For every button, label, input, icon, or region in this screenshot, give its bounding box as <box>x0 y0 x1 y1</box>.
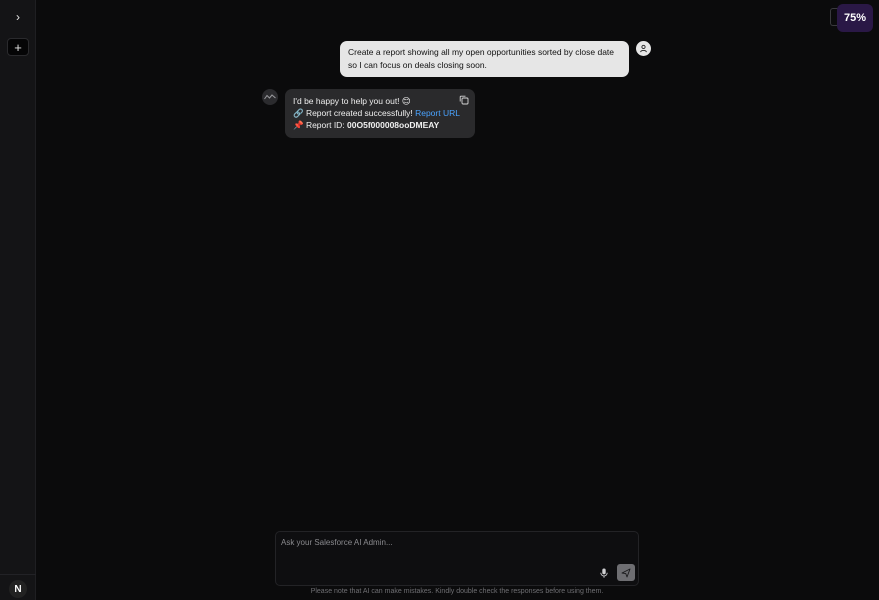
report-id-value: 00O5f000008ooDMEAY <box>347 120 440 130</box>
report-id-label: 📌 Report ID: <box>293 120 348 130</box>
assistant-line-report-id: 📌 Report ID: 00O5f000008ooDMEAY <box>293 119 467 131</box>
zoom-level-badge[interactable]: 75% <box>837 4 873 32</box>
user-message-text: Create a report showing all my open oppo… <box>348 47 615 70</box>
user-initial: N <box>14 583 22 595</box>
user-profile-avatar[interactable]: N <box>9 580 27 598</box>
report-url-link[interactable]: Report URL <box>415 108 460 118</box>
app-window: › + N 75% Create a report showing all my… <box>0 0 879 600</box>
assistant-avatar <box>262 89 278 105</box>
new-chat-button[interactable]: + <box>7 38 29 56</box>
user-avatar <box>636 41 651 56</box>
plus-icon: + <box>14 39 22 55</box>
user-message-bubble: Create a report showing all my open oppo… <box>340 41 629 77</box>
report-created-text: 🔗 Report created successfully! <box>293 108 416 118</box>
copy-icon[interactable] <box>459 95 469 105</box>
zoom-level-text: 75% <box>843 12 867 24</box>
chevron-right-icon: › <box>16 10 20 24</box>
send-button[interactable] <box>617 564 635 581</box>
assistant-line-greeting: I'd be happy to help you out! 😊 <box>293 96 411 106</box>
expand-sidebar-button[interactable]: › <box>7 8 29 26</box>
sidebar: › + N <box>0 0 36 600</box>
microphone-icon[interactable] <box>598 567 610 579</box>
wave-icon <box>264 94 276 100</box>
ai-disclaimer: Please note that AI can make mistakes. K… <box>310 588 604 595</box>
message-input[interactable] <box>281 538 581 556</box>
user-icon <box>640 44 647 53</box>
message-composer <box>275 531 639 586</box>
send-icon <box>621 568 631 577</box>
sidebar-divider <box>0 574 36 575</box>
assistant-message-bubble: I'd be happy to help you out! 😊 🔗 Report… <box>285 89 475 138</box>
assistant-line-report-created: 🔗 Report created successfully! Report UR… <box>293 107 467 119</box>
